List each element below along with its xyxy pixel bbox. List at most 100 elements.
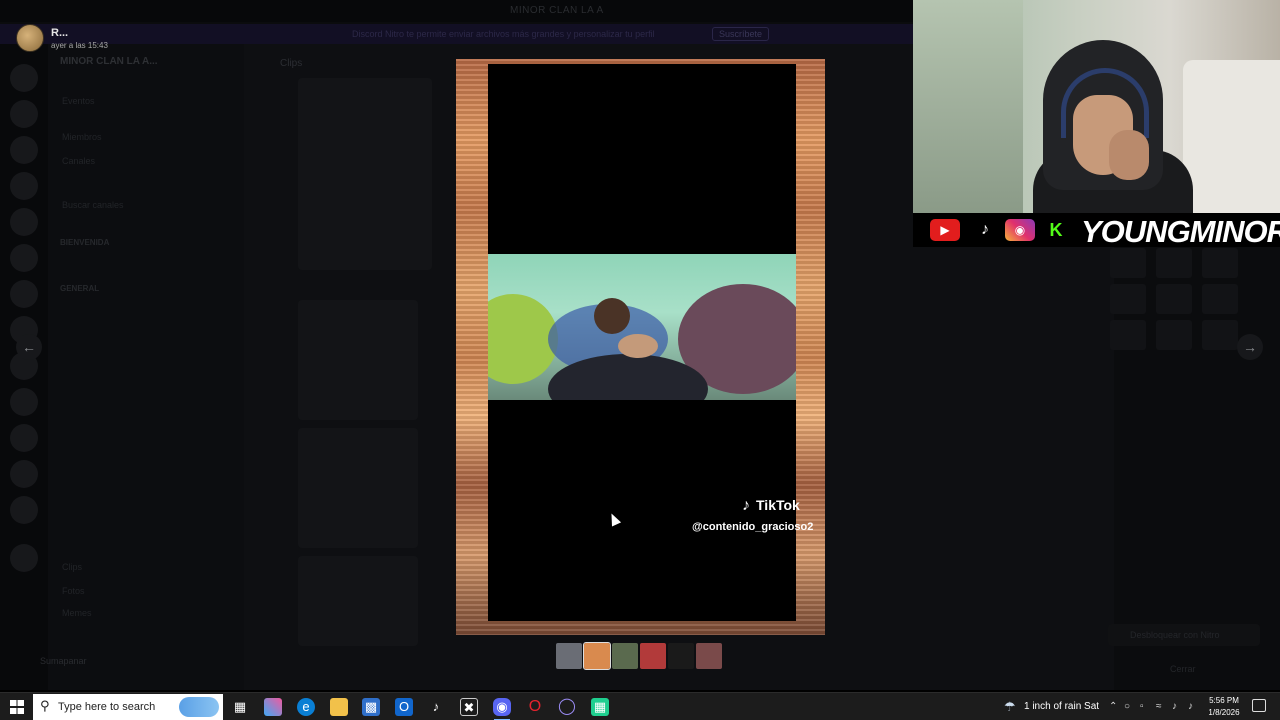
video-content	[618, 334, 658, 358]
server-icon[interactable]	[10, 388, 38, 416]
channel-category[interactable]: GENERAL	[60, 284, 99, 293]
app-tray-icon[interactable]: ▫	[1140, 701, 1144, 712]
clock-date[interactable]: 1/8/2026	[1206, 708, 1242, 717]
app-icon[interactable]: ▦	[591, 698, 609, 716]
windows-start-icon[interactable]	[10, 700, 24, 714]
wifi-icon[interactable]: ≈	[1156, 701, 1162, 712]
tiktok-handle: @contenido_gracioso2	[692, 521, 814, 533]
video-frame	[488, 254, 796, 400]
webcam-background	[913, 0, 1023, 215]
server-list	[0, 44, 48, 690]
server-icon[interactable]	[10, 172, 38, 200]
video-letterbox-top	[488, 64, 796, 254]
author-avatar[interactable]	[16, 24, 44, 52]
channel-item[interactable]: Canales	[62, 156, 95, 166]
server-icon[interactable]	[10, 544, 38, 572]
streamer-brand: YOUNGMINOR	[1081, 214, 1280, 249]
media-viewer[interactable]: ♪ TikTok @contenido_gracioso2	[456, 59, 825, 635]
tiktok-icon: ♪	[742, 497, 750, 514]
media-thumbnail[interactable]	[696, 643, 722, 669]
tiktok-app-icon[interactable]: ♪	[427, 698, 445, 716]
server-icon[interactable]	[10, 100, 38, 128]
windows-taskbar: ⚲ Type here to search ▦ e ▩ O ♪ ✖ ◉ O ◯ …	[0, 692, 1280, 720]
close-button[interactable]: Cerrar	[1170, 664, 1196, 674]
video-content	[594, 298, 630, 334]
emoji-tile[interactable]	[1110, 248, 1146, 278]
author-name[interactable]: R...	[51, 27, 68, 39]
emoji-tile[interactable]	[1156, 320, 1192, 350]
task-view-icon[interactable]: ▦	[231, 698, 249, 716]
clip-card[interactable]	[298, 428, 418, 548]
outlook-icon[interactable]: O	[395, 698, 413, 716]
chevron-up-icon[interactable]: ⌃	[1109, 701, 1117, 712]
server-icon[interactable]	[10, 136, 38, 164]
opera-icon[interactable]: O	[526, 698, 544, 716]
clip-card[interactable]	[298, 78, 432, 270]
copilot-icon[interactable]	[264, 698, 282, 716]
channel-item[interactable]: Eventos	[62, 96, 95, 106]
user-panel-name: Sumapanar	[40, 656, 87, 666]
webcam-streamer-hand	[1109, 130, 1149, 180]
channel-item[interactable]: Buscar canales	[62, 200, 124, 210]
search-icon: ⚲	[40, 698, 50, 713]
emoji-tile[interactable]	[1110, 320, 1146, 350]
media-thumbnail[interactable]	[583, 642, 611, 670]
media-thumbnail[interactable]	[640, 643, 666, 669]
webcam-background	[1183, 60, 1280, 215]
store-icon[interactable]: ▩	[362, 698, 380, 716]
server-icon[interactable]	[10, 64, 38, 92]
tiktok-icon: ♪	[970, 219, 1000, 241]
media-thumbnail[interactable]	[668, 643, 694, 669]
server-icon[interactable]	[10, 244, 38, 272]
media-thumbnail[interactable]	[556, 643, 582, 669]
nitro-banner-button[interactable]: Suscríbete	[712, 27, 770, 41]
taskbar-search[interactable]: ⚲ Type here to search	[33, 694, 223, 720]
volume-icon[interactable]: ♪	[1188, 701, 1193, 712]
emoji-tile[interactable]	[1110, 284, 1146, 314]
emoji-tile[interactable]	[1202, 320, 1238, 350]
weather-widget[interactable]: 1 inch of rain Sat	[1024, 701, 1099, 712]
discord-icon[interactable]: ◉	[493, 698, 511, 716]
nitro-banner-text: Discord Nitro te permite enviar archivos…	[352, 29, 655, 39]
channel-item[interactable]: Memes	[62, 608, 92, 618]
server-name[interactable]: MINOR CLAN LA A...	[60, 56, 158, 67]
arrow-right-icon: →	[1243, 339, 1257, 355]
next-media-button[interactable]: →	[1237, 334, 1263, 360]
app-icon[interactable]: ◯	[558, 698, 576, 716]
window-title: MINOR CLAN LA A	[510, 5, 604, 16]
network-icon[interactable]: ○	[1124, 701, 1130, 712]
server-icon[interactable]	[10, 460, 38, 488]
edge-icon[interactable]: e	[297, 698, 315, 716]
arrow-left-icon: ←	[22, 339, 36, 355]
media-thumbnail[interactable]	[612, 643, 638, 669]
rain-icon[interactable]: ☂	[1004, 699, 1016, 715]
clip-card[interactable]	[298, 300, 418, 420]
server-icon[interactable]	[10, 280, 38, 308]
channel-item[interactable]: Miembros	[62, 132, 102, 142]
emoji-tile[interactable]	[1156, 248, 1192, 278]
channel-item-clips[interactable]: Clips	[62, 562, 82, 572]
stream-social-bar: ▶ ♪ ◉ K YOUNGMINOR	[913, 213, 1280, 249]
file-explorer-icon[interactable]	[330, 698, 348, 716]
emoji-tile[interactable]	[1202, 248, 1238, 278]
nitro-unlock-button[interactable]: Desbloquear con Nitro	[1108, 624, 1260, 646]
server-icon[interactable]	[10, 208, 38, 236]
instagram-icon: ◉	[1005, 219, 1035, 241]
clock-time[interactable]: 5:56 PM	[1206, 696, 1242, 705]
notification-icon[interactable]	[1252, 699, 1266, 712]
server-icon[interactable]	[10, 496, 38, 524]
capcut-icon[interactable]: ✖	[460, 698, 478, 716]
clip-card[interactable]	[298, 556, 418, 646]
channel-item[interactable]: Fotos	[62, 586, 85, 596]
emoji-tile[interactable]	[1202, 284, 1238, 314]
channel-category[interactable]: BIENVENIDA	[60, 238, 109, 247]
youtube-icon: ▶	[930, 219, 960, 241]
webcam-overlay	[913, 0, 1280, 215]
server-icon[interactable]	[10, 424, 38, 452]
prev-media-button[interactable]: ←	[16, 334, 42, 360]
tiktok-watermark: ♪ TikTok	[742, 497, 800, 515]
message-timestamp: ayer a las 15:43	[51, 41, 108, 50]
kick-icon: K	[1041, 219, 1071, 241]
emoji-tile[interactable]	[1156, 284, 1192, 314]
microphone-icon[interactable]: ♪	[1172, 701, 1177, 712]
